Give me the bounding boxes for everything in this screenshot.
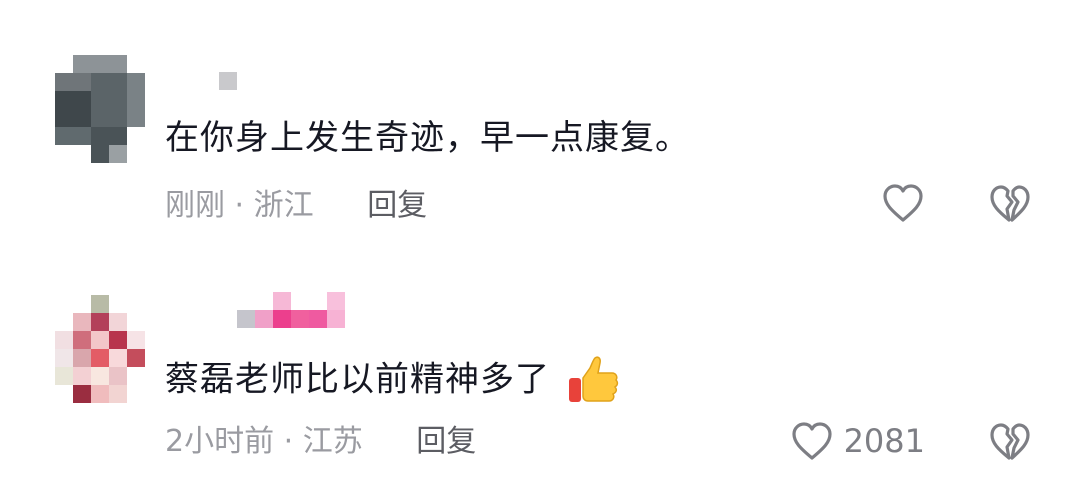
comment-location: 江苏 <box>302 424 363 459</box>
comment-location: 浙江 <box>253 188 314 223</box>
broken-heart-icon <box>990 423 1030 460</box>
comment-meta: 刚刚 · 浙江 回复 <box>165 188 427 224</box>
reply-button[interactable]: 回复 <box>367 188 427 223</box>
avatar[interactable] <box>55 55 147 165</box>
comment-item: 蔡磊老师比以前精神多了 2小时前 · 江苏 回复 2081 <box>0 260 1080 493</box>
heart-outline-icon <box>883 184 923 222</box>
meta-separator: · <box>234 188 245 223</box>
like-button[interactable]: 2081 <box>790 420 925 462</box>
dislike-button[interactable] <box>988 183 1032 229</box>
thumbs-up-emoji-icon <box>568 356 618 402</box>
dislike-button[interactable] <box>988 421 1032 467</box>
heart-outline-icon <box>791 422 832 460</box>
meta-separator: · <box>283 424 294 459</box>
reply-button[interactable]: 回复 <box>416 424 476 459</box>
avatar[interactable] <box>55 295 147 405</box>
comment-time: 2小时前 <box>165 424 275 459</box>
comment-text-content: 蔡磊老师比以前精神多了 <box>165 359 550 400</box>
like-button[interactable] <box>881 182 925 224</box>
broken-heart-icon <box>990 185 1030 222</box>
comment-meta: 2小时前 · 江苏 回复 <box>165 424 476 460</box>
comment-text-content: 在你身上发生奇迹，早一点康复。 <box>165 118 690 158</box>
comment-text: 蔡磊老师比以前精神多了 <box>165 354 620 408</box>
comment-time: 刚刚 <box>165 188 225 223</box>
comment-item: 在你身上发生奇迹，早一点康复。 刚刚 · 浙江 回复 <box>0 0 1080 260</box>
comment-text: 在你身上发生奇迹，早一点康复。 <box>165 118 690 158</box>
like-count: 2081 <box>843 422 925 460</box>
